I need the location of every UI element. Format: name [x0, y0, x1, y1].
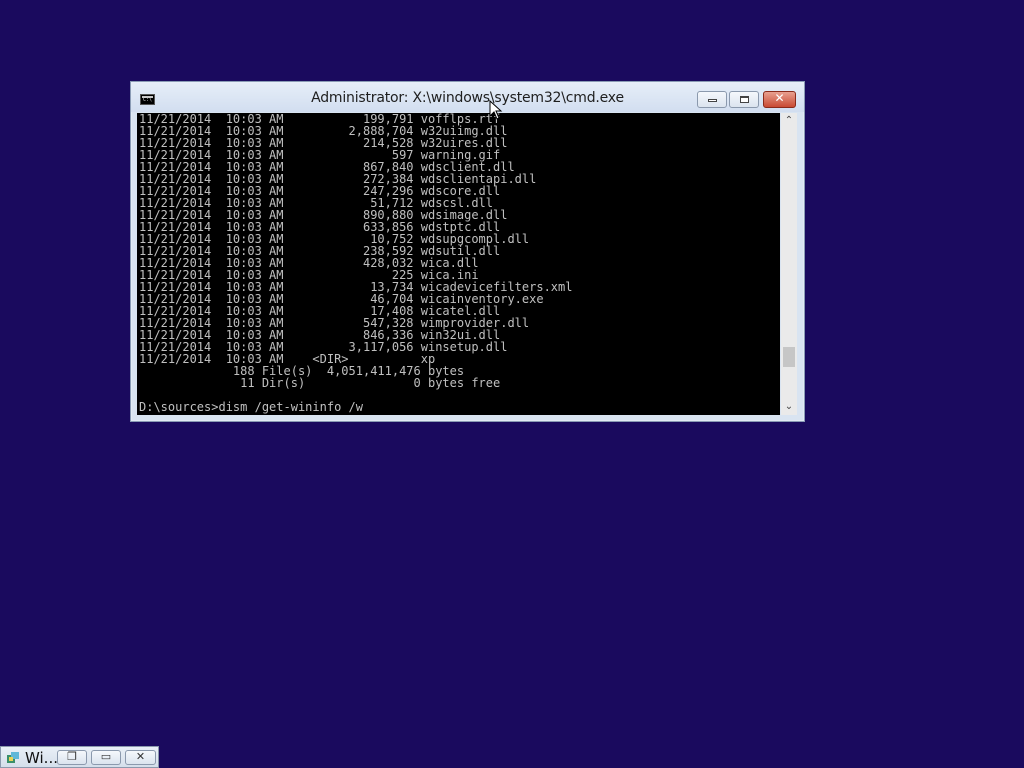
scroll-down-arrow-icon[interactable]: ⌄	[781, 399, 797, 415]
close-button[interactable]: ✕	[125, 750, 156, 765]
scroll-up-arrow-icon[interactable]: ⌃	[781, 113, 797, 129]
cmd-window[interactable]: Administrator: X:\windows\system32\cmd.e…	[130, 81, 805, 422]
restore-icon: ❐	[67, 750, 77, 763]
task-label: Wi...	[25, 749, 58, 767]
desktop: Administrator: X:\windows\system32\cmd.e…	[0, 0, 1024, 768]
console-lines: 11/21/2014 10:03 AM 199,791 vofflps.rtf 1…	[139, 113, 572, 413]
scroll-thumb[interactable]	[783, 347, 795, 367]
vertical-scrollbar[interactable]: ⌃ ⌄	[781, 113, 797, 415]
maximize-icon: ▭	[100, 750, 112, 763]
maximize-icon	[740, 96, 749, 103]
minimize-icon	[708, 99, 717, 102]
maximize-button[interactable]	[729, 91, 759, 108]
minimize-button[interactable]	[697, 91, 727, 108]
minimized-task-tile[interactable]: Wi... ❐ ▭ ✕	[0, 746, 159, 768]
console-line: 11 Dir(s) 0 bytes free	[139, 376, 501, 390]
maximize-button[interactable]: ▭	[91, 750, 121, 765]
console-output[interactable]: 11/21/2014 10:03 AM 199,791 vofflps.rtf 1…	[137, 113, 780, 415]
setup-icon	[7, 752, 19, 763]
restore-button[interactable]: ❐	[57, 750, 87, 765]
close-icon: ✕	[774, 91, 785, 105]
title-bar[interactable]: Administrator: X:\windows\system32\cmd.e…	[131, 82, 804, 112]
close-button[interactable]: ✕	[763, 91, 796, 108]
console-line: D:\sources>dism /get-wininfo /w	[139, 400, 363, 414]
mouse-pointer-icon	[489, 100, 503, 120]
close-icon: ✕	[135, 750, 146, 763]
